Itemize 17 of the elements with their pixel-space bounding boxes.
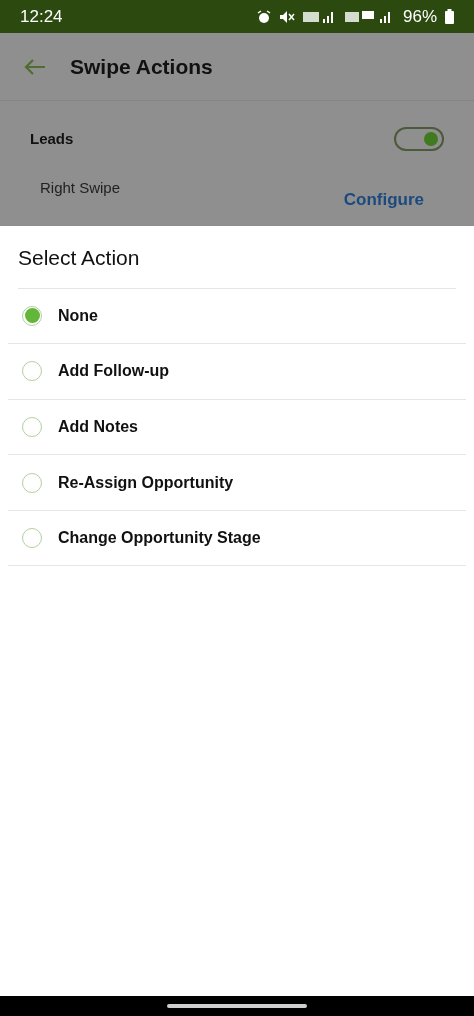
mute-icon xyxy=(278,9,295,24)
action-option[interactable]: None xyxy=(8,288,466,345)
sheet-title: Select Action xyxy=(18,246,140,269)
alarm-icon xyxy=(256,9,271,24)
back-arrow-icon[interactable] xyxy=(24,57,46,76)
action-option[interactable]: Re-Assign Opportunity xyxy=(8,455,466,511)
screen-title: Swipe Actions xyxy=(70,53,213,80)
setting-label: Right Swipe xyxy=(40,178,121,198)
battery-percentage: 96% xyxy=(402,5,437,28)
action-option[interactable]: Change Opportunity Stage xyxy=(8,510,466,567)
battery-icon xyxy=(445,9,454,24)
toggle-switch[interactable] xyxy=(394,127,444,151)
status-time: 12:24 xyxy=(20,5,63,28)
section-title: Leads xyxy=(30,128,74,149)
action-option[interactable]: Add Notes xyxy=(8,399,466,456)
action-option[interactable]: Add Follow-up xyxy=(8,344,466,400)
home-indicator[interactable] xyxy=(167,1004,307,1008)
